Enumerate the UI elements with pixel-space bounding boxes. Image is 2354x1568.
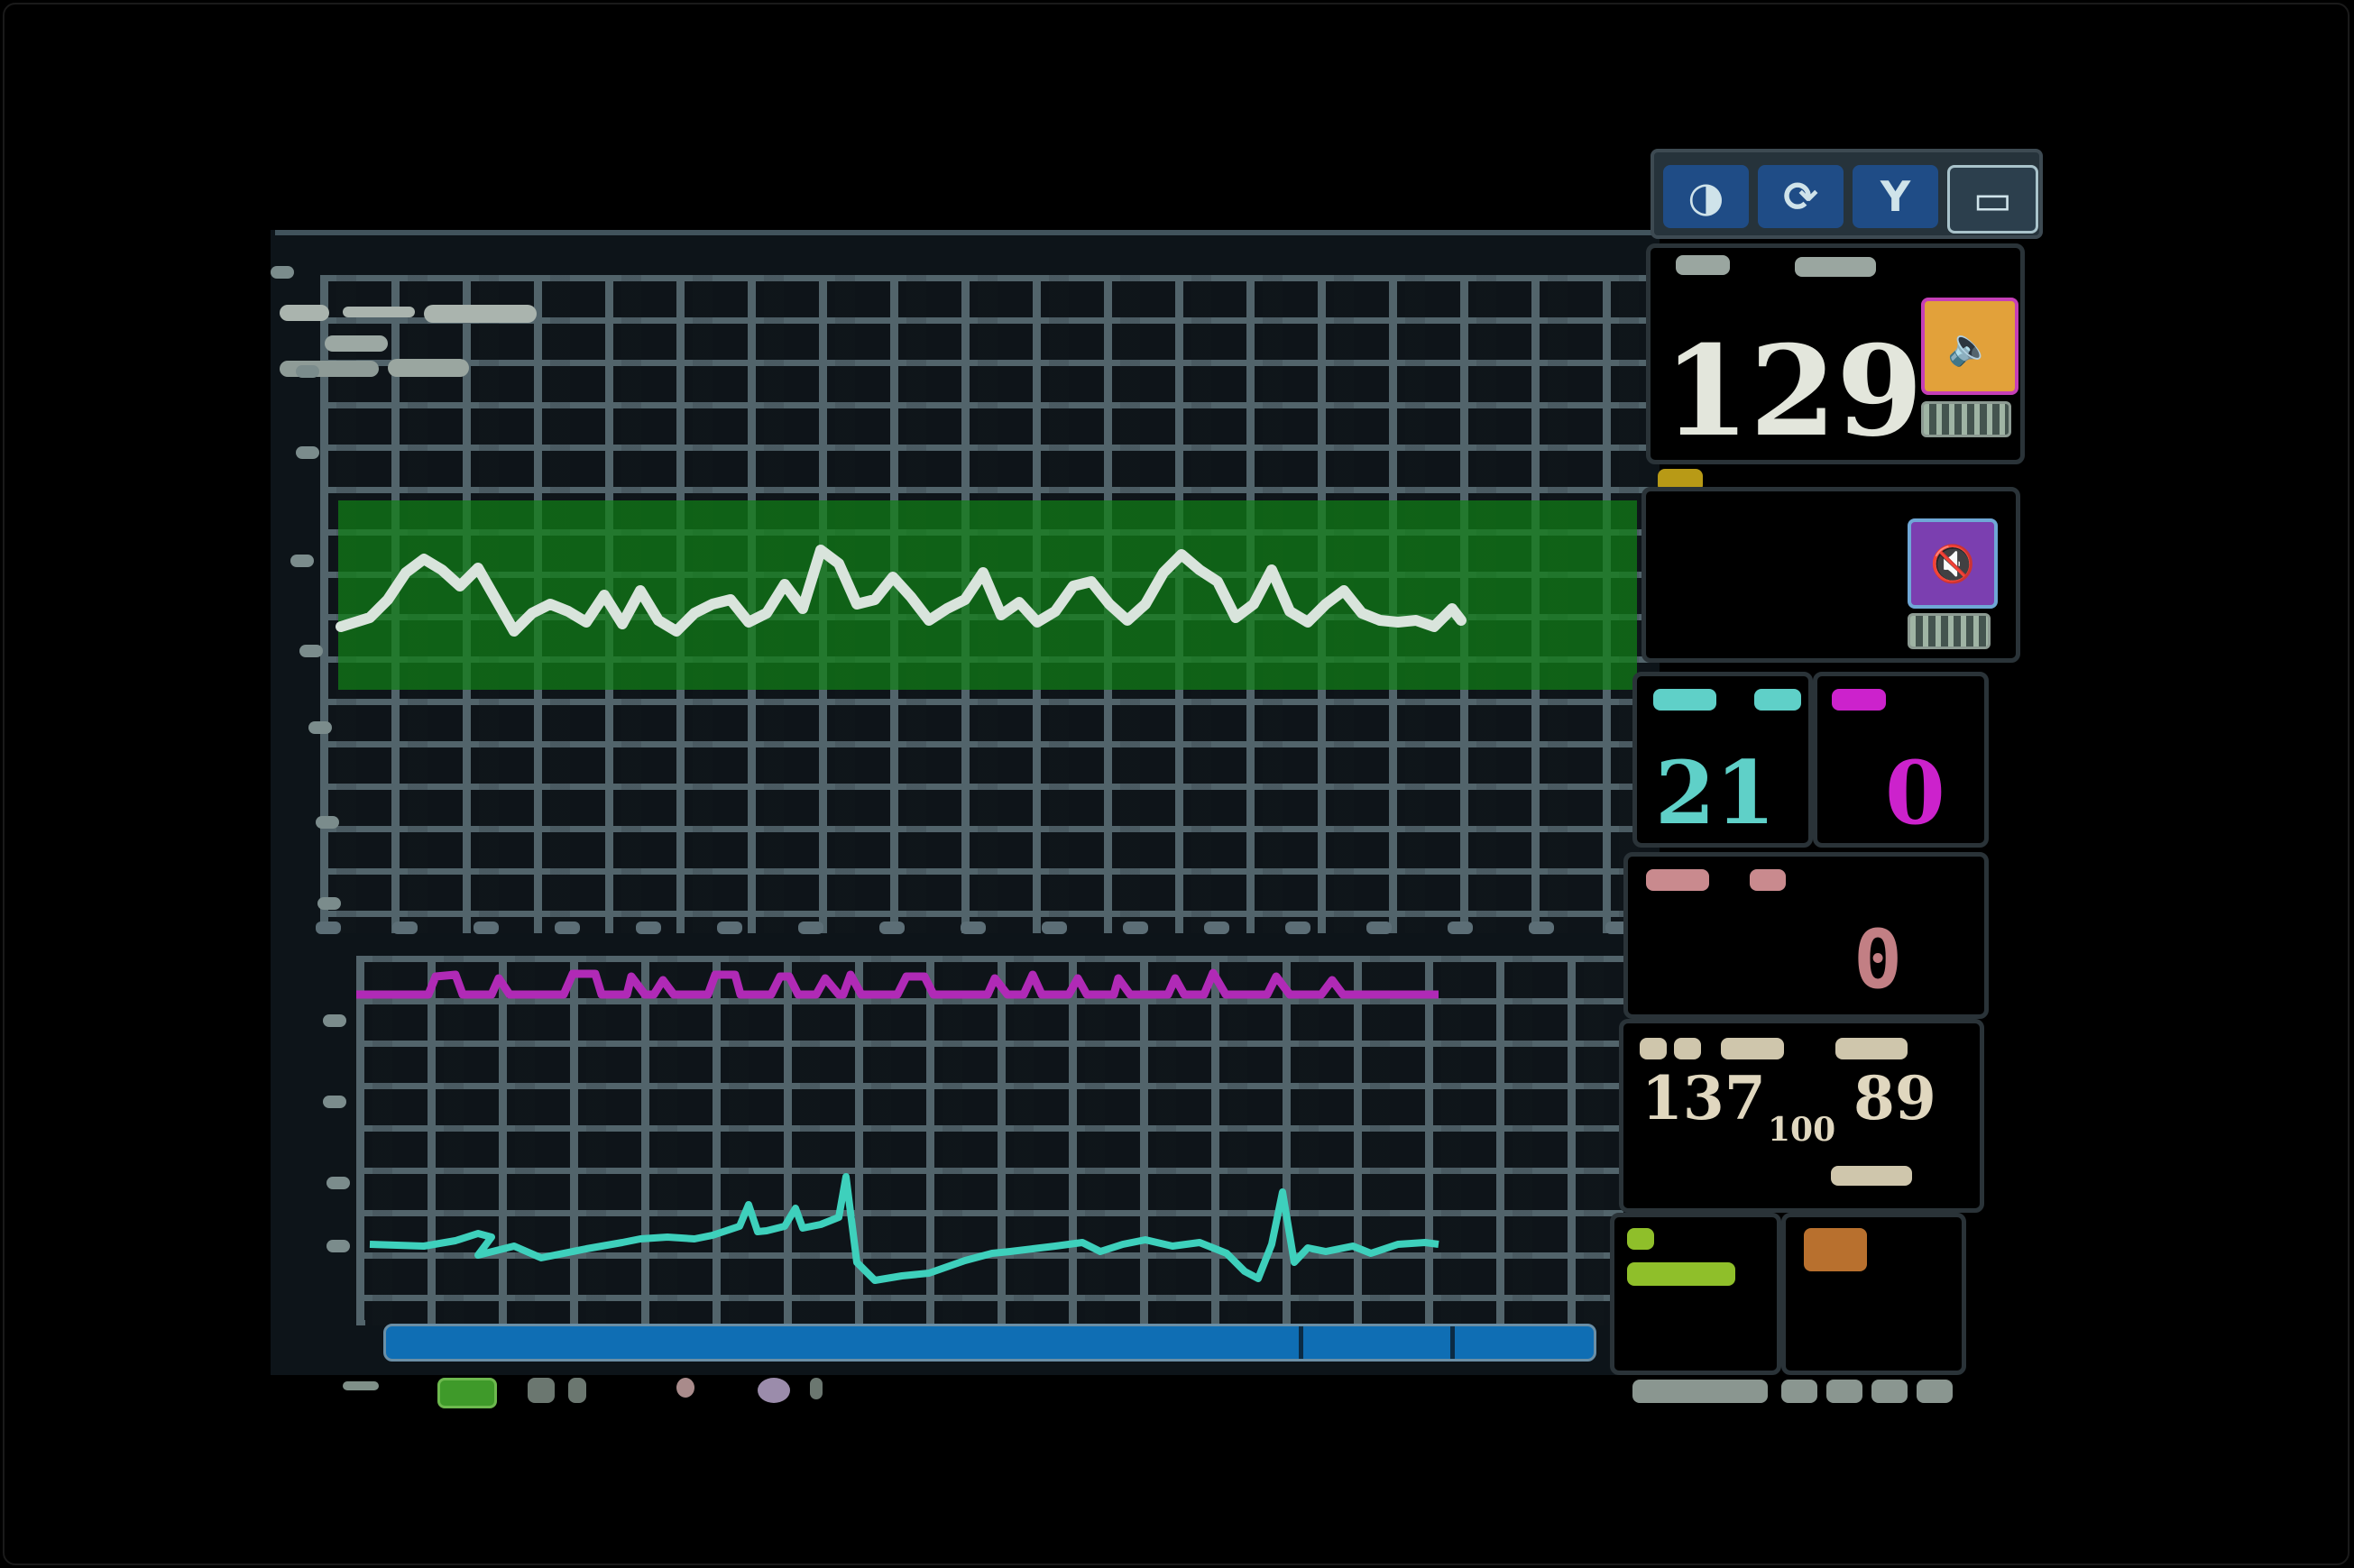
softkey-row	[1632, 1380, 1957, 1416]
pleth-waveform	[336, 545, 1467, 637]
heart-rate-value: 129	[1663, 317, 1924, 464]
aux-panel-orange[interactable]	[1781, 1213, 1966, 1375]
temperature-value: 0	[1853, 912, 1903, 1007]
lilac-status-icon	[758, 1378, 790, 1403]
toolbar: ◑ ⟳ Y ▭	[1651, 149, 2043, 239]
secondary-signal-meter	[1908, 613, 1991, 649]
softkey-5[interactable]	[1917, 1380, 1953, 1403]
resp-rate-panel[interactable]: 21	[1632, 672, 1813, 848]
footer-status-icons	[334, 1371, 875, 1408]
nibp-systolic-value: 137	[1641, 1063, 1766, 1133]
resp-rate-value: 21	[1655, 742, 1776, 844]
softkey-3[interactable]	[1826, 1380, 1862, 1403]
ecg-waveform	[369, 1173, 1439, 1284]
heart-rate-panel[interactable]: 129 🔈	[1646, 243, 2025, 464]
grey-status-icon-3	[810, 1378, 823, 1399]
co2-waveform	[356, 968, 1439, 999]
temperature-panel[interactable]: 0	[1623, 852, 1989, 1019]
time-scale-ticks	[316, 922, 1632, 940]
grey-status-icon	[528, 1378, 555, 1403]
spo2-secondary-value: 0	[1885, 742, 1945, 844]
amplitude-scale	[271, 266, 350, 1285]
probe-icon[interactable]: Y	[1853, 165, 1938, 228]
nibp-diastolic-value: 89	[1853, 1063, 1936, 1133]
screen-icon[interactable]: ▭	[1947, 165, 2038, 234]
aux-panel-green[interactable]	[1610, 1213, 1781, 1375]
grey-status-icon-2	[568, 1378, 586, 1403]
top-divider	[275, 230, 1655, 235]
spo2-secondary-panel[interactable]: 0	[1813, 672, 1989, 848]
softkey-4[interactable]	[1871, 1380, 1908, 1403]
softkey-1[interactable]	[1632, 1380, 1768, 1403]
rose-status-icon	[676, 1378, 694, 1398]
alarm-muted-icon[interactable]: 🔇	[1908, 518, 1998, 609]
heart-rate-signal-meter	[1921, 401, 2011, 437]
timeline-progress-bar[interactable]	[383, 1324, 1596, 1362]
secondary-channel-panel[interactable]: 🔇	[1641, 487, 2020, 663]
green-status-icon[interactable]	[437, 1378, 497, 1408]
refresh-icon[interactable]: ⟳	[1758, 165, 1844, 228]
nibp-mean-value: 100	[1768, 1111, 1836, 1149]
softkey-2[interactable]	[1781, 1380, 1817, 1403]
waveform-icon[interactable]: ◑	[1663, 165, 1749, 228]
wave-icon	[343, 1381, 379, 1390]
alarm-volume-icon[interactable]: 🔈	[1921, 298, 2018, 395]
nibp-panel[interactable]: 137 100 89	[1619, 1019, 1984, 1213]
